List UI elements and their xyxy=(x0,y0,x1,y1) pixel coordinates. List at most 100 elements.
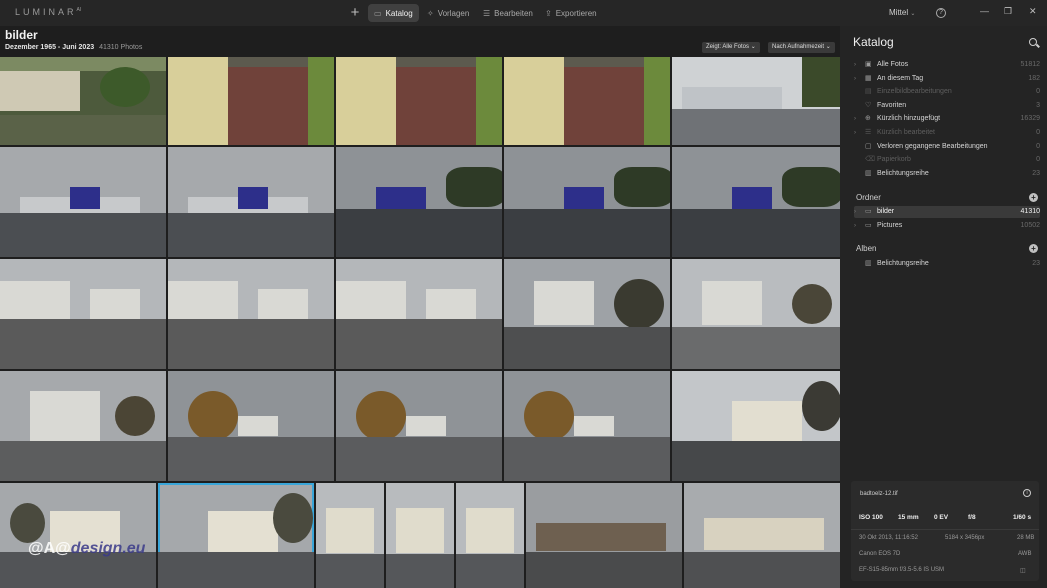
help-icon[interactable]: ? xyxy=(936,8,946,18)
camera-model: Canon EOS 7D xyxy=(859,551,901,557)
photo-thumbnail[interactable] xyxy=(386,483,454,588)
camera-icon: ◫ xyxy=(1020,568,1026,574)
capture-date: 30 Okt 2013, 11:16:52 xyxy=(859,535,918,541)
photo-thumbnail[interactable] xyxy=(504,259,670,369)
show-filter-dropdown[interactable]: Zeigt: Alle Fotos ⌄ xyxy=(702,42,760,53)
chevron-right-icon: › xyxy=(854,223,856,229)
photo-thumbnail[interactable] xyxy=(168,57,334,145)
watermark: @A@design.eu xyxy=(28,540,146,557)
photo-thumbnail[interactable] xyxy=(456,483,524,588)
chevron-right-icon: › xyxy=(854,76,856,82)
stack-icon: ▥ xyxy=(865,170,872,177)
photo-thumbnail[interactable] xyxy=(316,483,384,588)
photo-thumbnail[interactable] xyxy=(504,57,670,145)
photo-thumbnail[interactable] xyxy=(0,483,156,588)
sidebar-item-kuerzlich-hinzugefuegt[interactable]: › ⊕ Kürzlich hinzugefügt 16329 xyxy=(854,113,1040,125)
photo-thumbnail[interactable] xyxy=(0,259,166,369)
photo-thumbnail[interactable] xyxy=(672,147,840,257)
photo-thumbnail[interactable] xyxy=(0,371,166,481)
photo-thumbnail[interactable] xyxy=(504,147,670,257)
white-balance: AWB xyxy=(1018,551,1032,557)
chevron-right-icon: › xyxy=(854,209,856,215)
tab-katalog[interactable]: ▭ Katalog xyxy=(368,4,419,22)
minimize-icon[interactable]: — xyxy=(980,6,989,16)
photo-thumbnail[interactable] xyxy=(168,259,334,369)
maximize-icon[interactable]: ❐ xyxy=(1004,6,1012,17)
photo-thumbnail[interactable] xyxy=(504,371,670,481)
folder-title: bilder xyxy=(5,28,38,42)
tab-bearbeiten[interactable]: ☰ Bearbeiten xyxy=(477,4,539,22)
photo-info-panel: badtoelz-12.tif i ISO 100 15 mm 0 EV f/8… xyxy=(851,481,1039,581)
divider xyxy=(851,529,1039,530)
iso-value: ISO 100 xyxy=(859,514,883,521)
sidebar-title: Katalog xyxy=(853,35,894,49)
add-folder-button[interactable]: + xyxy=(1029,193,1038,202)
share-icon: ⇪ xyxy=(545,8,552,18)
chevron-right-icon: › xyxy=(854,62,856,68)
file-name: badtoelz-12.tif xyxy=(860,491,898,497)
sidebar-item-favoriten[interactable]: ♡ Favoriten 3 xyxy=(854,100,1040,112)
stack-icon: ▥ xyxy=(865,260,872,267)
heart-icon: ♡ xyxy=(865,102,872,109)
folders-heading: Ordner xyxy=(856,193,881,202)
exposure-value: 0 EV xyxy=(934,514,949,521)
lens-model: EF-S15-85mm f/3.5-5.6 IS USM xyxy=(859,567,945,573)
photo-thumbnail[interactable] xyxy=(684,483,840,588)
photo-thumbnail[interactable] xyxy=(526,483,682,588)
photo-thumbnail[interactable] xyxy=(336,259,502,369)
sidebar-item-kuerzlich-bearbeitet[interactable]: › ☰ Kürzlich bearbeitet 0 xyxy=(854,127,1040,139)
photo-thumbnail-selected[interactable] xyxy=(158,483,314,588)
magic-icon: ✧ xyxy=(427,8,434,18)
photo-thumbnail[interactable] xyxy=(672,57,840,145)
chevron-down-icon: ⌄ xyxy=(910,11,916,17)
focal-length: 15 mm xyxy=(898,514,919,521)
photo-thumbnail[interactable] xyxy=(336,147,502,257)
photo-thumbnail[interactable] xyxy=(336,57,502,145)
sliders-icon: ☰ xyxy=(483,8,491,18)
calendar-icon: ▦ xyxy=(865,75,872,82)
photo-thumbnail[interactable] xyxy=(336,371,502,481)
photo-thumbnail[interactable] xyxy=(168,147,334,257)
sidebar-item-einzelbildbearbeitungen[interactable]: ▤ Einzelbildbearbeitungen 0 xyxy=(854,86,1040,98)
catalog-sidebar: Katalog › ▣ Alle Fotos 51812 › ▦ An diesem … xyxy=(840,26,1047,588)
trash-icon: ⌫ xyxy=(865,156,875,163)
add-album-button[interactable]: + xyxy=(1029,244,1038,253)
add-photos-button[interactable]: + xyxy=(346,4,364,22)
tab-exportieren[interactable]: ⇪ Exportieren xyxy=(539,4,603,22)
sliders-icon: ☰ xyxy=(865,129,872,136)
folder-subtitle: Dezember 1965 - Juni 2023 41310 Photos xyxy=(5,44,143,51)
image-icon: ▢ xyxy=(865,143,872,150)
plus-circle-icon: ⊕ xyxy=(865,115,871,122)
app-logo: LUMINARAI xyxy=(15,7,82,17)
chevron-right-icon: › xyxy=(854,116,856,122)
photo-grid: @A@design.eu xyxy=(0,57,840,588)
thumbnail-size-dropdown[interactable]: Mittel ⌄ xyxy=(889,8,915,17)
sidebar-item-papierkorb[interactable]: ⌫ Papierkorb 0 xyxy=(854,154,1040,166)
albums-heading: Alben xyxy=(856,244,877,253)
shutter-speed: 1/60 s xyxy=(1013,514,1032,521)
folder-item-pictures[interactable]: › ▭ Pictures 10502 xyxy=(854,220,1040,232)
file-size: 28 MB xyxy=(1017,535,1035,541)
info-icon[interactable]: i xyxy=(1023,489,1031,497)
folder-item-bilder[interactable]: › ▭ bilder 41310 xyxy=(854,206,1040,218)
folder-icon: ▭ xyxy=(374,8,382,18)
aperture-value: f/8 xyxy=(968,514,976,521)
sort-dropdown[interactable]: Nach Aufnahmezeit ⌄ xyxy=(768,42,835,53)
album-item-belichtungsreihe[interactable]: ▥ Belichtungsreihe 23 xyxy=(854,258,1040,270)
search-icon[interactable] xyxy=(1029,38,1037,46)
top-bar: LUMINARAI + ▭ Katalog ✧ Vorlagen ☰ Bearb… xyxy=(0,0,1047,26)
photo-thumbnail[interactable] xyxy=(0,57,166,145)
photo-thumbnail[interactable] xyxy=(672,259,840,369)
close-icon[interactable]: ✕ xyxy=(1029,6,1037,17)
sidebar-item-an-diesem-tag[interactable]: › ▦ An diesem Tag 182 xyxy=(854,73,1040,85)
photo-thumbnail[interactable] xyxy=(672,371,840,481)
sidebar-item-verlorene-bearbeitungen[interactable]: ▢ Verloren gegangene Bearbeitungen 0 xyxy=(854,141,1040,153)
image-dimensions: 5184 x 3456px xyxy=(945,535,985,541)
sidebar-item-alle-fotos[interactable]: › ▣ Alle Fotos 51812 xyxy=(854,59,1040,71)
photos-icon: ▣ xyxy=(865,61,872,68)
tab-vorlagen[interactable]: ✧ Vorlagen xyxy=(421,4,475,22)
photo-thumbnail[interactable] xyxy=(168,371,334,481)
sidebar-item-belichtungsreihe[interactable]: ▥ Belichtungsreihe 23 xyxy=(854,168,1040,180)
folder-icon: ▭ xyxy=(865,208,872,215)
photo-thumbnail[interactable] xyxy=(0,147,166,257)
